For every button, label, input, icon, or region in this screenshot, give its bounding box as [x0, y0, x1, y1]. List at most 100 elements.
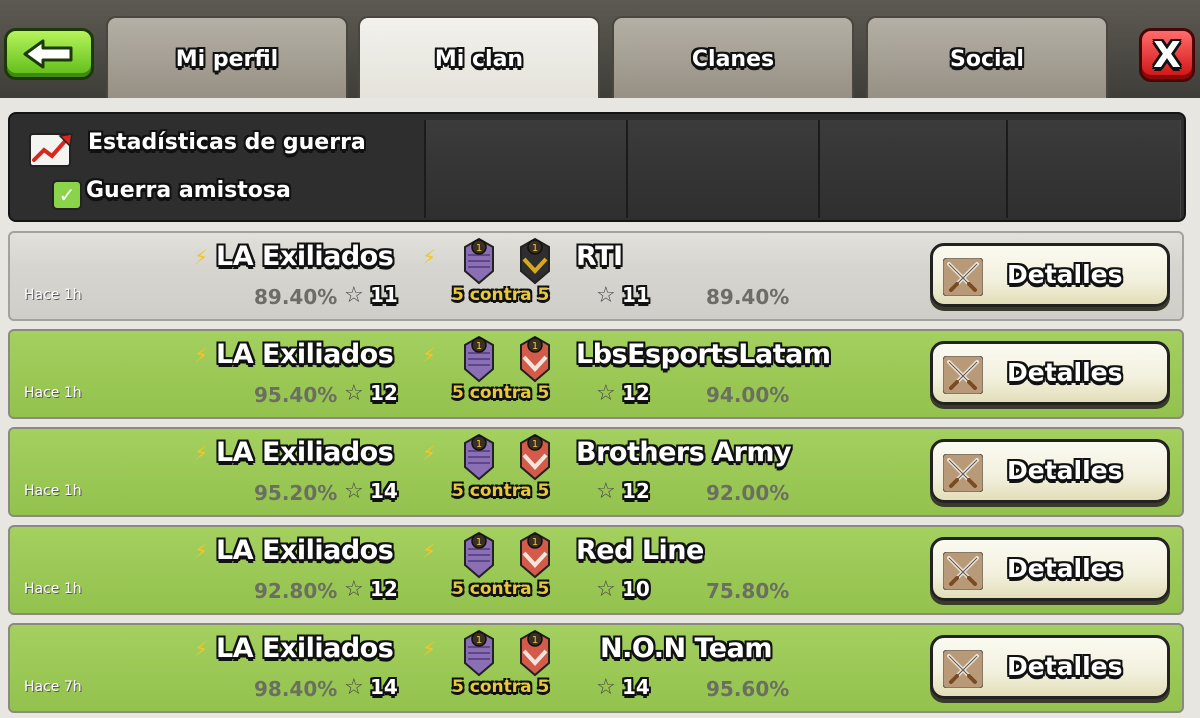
tab-social[interactable]: Social — [866, 16, 1108, 100]
svg-text:1: 1 — [476, 439, 482, 450]
svg-text:1: 1 — [476, 243, 482, 254]
svg-text:1: 1 — [476, 341, 482, 352]
clan-name: LA Exiliados — [216, 339, 394, 370]
svg-text:1: 1 — [532, 341, 538, 352]
close-icon: X — [1153, 34, 1181, 76]
opponent-stars: 10 — [622, 577, 650, 601]
opponent-name: Red Line — [576, 535, 704, 566]
details-label: Detalles — [1007, 554, 1123, 583]
clan-stars: 14 — [370, 675, 398, 699]
war-size: 5 contra 5 — [452, 285, 550, 305]
war-row: Hace 1h ⚡ LA Exiliados ⚡ 92.80% ☆ 12 1 1… — [8, 525, 1184, 615]
opponent-badge-icon: 1 — [520, 531, 550, 579]
opponent-destruction: 92.00% — [706, 481, 790, 505]
details-button[interactable]: Detalles — [930, 635, 1170, 699]
war-size: 5 contra 5 — [452, 579, 550, 599]
opponent-name: LbsEsportsLatam — [576, 339, 831, 370]
details-button[interactable]: Detalles — [930, 439, 1170, 503]
tab-label: Clanes — [691, 46, 775, 72]
star-icon: ☆ — [596, 283, 616, 308]
details-button[interactable]: Detalles — [930, 537, 1170, 601]
opponent-destruction: 95.60% — [706, 677, 790, 701]
star-icon: ☆ — [596, 675, 616, 700]
lightning-icon: ⚡ — [194, 343, 209, 367]
close-button[interactable]: X — [1139, 28, 1195, 82]
crossed-swords-icon — [943, 650, 983, 688]
war-row: Hace 1h ⚡ LA Exiliados ⚡ 95.40% ☆ 12 1 1… — [8, 329, 1184, 419]
clan-destruction: 89.40% — [254, 285, 338, 309]
star-icon: ☆ — [596, 479, 616, 504]
opponent-stars: 11 — [622, 283, 650, 307]
star-icon: ☆ — [596, 577, 616, 602]
star-icon: ☆ — [596, 381, 616, 406]
svg-text:1: 1 — [532, 537, 538, 548]
crossed-swords-icon — [943, 258, 983, 296]
tab-label: Social — [950, 46, 1024, 72]
opponent-destruction: 94.00% — [706, 383, 790, 407]
opponent-stars: 12 — [622, 479, 650, 503]
clan-destruction: 98.40% — [254, 677, 338, 701]
clan-badge-icon: 1 — [464, 335, 494, 383]
lightning-icon: ⚡ — [422, 245, 437, 269]
svg-text:1: 1 — [476, 537, 482, 548]
war-stats-header: Estadísticas de guerra ✓ Guerra amistosa — [8, 112, 1186, 222]
war-time: Hace 1h — [24, 385, 82, 401]
opponent-stars: 12 — [622, 381, 650, 405]
crossed-swords-icon — [943, 552, 983, 590]
clan-stars: 12 — [370, 577, 398, 601]
clan-name: LA Exiliados — [216, 633, 394, 664]
tab-clanes[interactable]: Clanes — [612, 16, 854, 100]
clan-badge-icon: 1 — [464, 237, 494, 285]
details-button[interactable]: Detalles — [930, 243, 1170, 307]
friendly-war-label: Guerra amistosa — [86, 178, 291, 203]
lightning-icon: ⚡ — [422, 441, 437, 465]
clan-name: LA Exiliados — [216, 241, 394, 272]
star-icon: ☆ — [344, 675, 364, 700]
clan-name: LA Exiliados — [216, 535, 394, 566]
check-icon: ✓ — [58, 183, 76, 207]
clan-badge-icon: 1 — [464, 433, 494, 481]
opponent-badge-icon: 1 — [520, 237, 550, 285]
lightning-icon: ⚡ — [194, 441, 209, 465]
details-button[interactable]: Detalles — [930, 341, 1170, 405]
tab-mi-clan[interactable]: Mi clan — [358, 16, 600, 100]
opponent-destruction: 75.80% — [706, 579, 790, 603]
svg-text:1: 1 — [532, 243, 538, 254]
clan-badge-icon: 1 — [464, 629, 494, 677]
header-cell — [626, 120, 819, 218]
svg-text:1: 1 — [476, 635, 482, 646]
details-label: Detalles — [1007, 358, 1123, 387]
tab-mi-perfil[interactable]: Mi perfil — [106, 16, 348, 100]
clan-destruction: 95.40% — [254, 383, 338, 407]
war-row: Hace 1h ⚡ LA Exiliados ⚡ 95.20% ☆ 14 1 1… — [8, 427, 1184, 517]
war-stats-title: Estadísticas de guerra — [88, 130, 366, 155]
opponent-name: N.O.N Team — [600, 633, 772, 664]
war-time: Hace 7h — [24, 679, 82, 695]
clan-stars: 11 — [370, 283, 398, 307]
opponent-badge-icon: 1 — [520, 433, 550, 481]
war-size: 5 contra 5 — [452, 383, 550, 403]
tab-label: Mi perfil — [175, 46, 279, 72]
chart-icon — [29, 133, 73, 167]
friendly-war-checkbox[interactable]: ✓ — [52, 180, 82, 210]
crossed-swords-icon — [943, 454, 983, 492]
lightning-icon: ⚡ — [194, 245, 209, 269]
clan-badge-icon: 1 — [464, 531, 494, 579]
lightning-icon: ⚡ — [422, 343, 437, 367]
opponent-stars: 14 — [622, 675, 650, 699]
details-label: Detalles — [1007, 652, 1123, 681]
header-cell — [1006, 120, 1181, 218]
star-icon: ☆ — [344, 381, 364, 406]
header-cell — [818, 120, 1007, 218]
details-label: Detalles — [1007, 260, 1123, 289]
clan-stars: 14 — [370, 479, 398, 503]
back-button[interactable] — [4, 28, 94, 80]
svg-text:1: 1 — [532, 439, 538, 450]
lightning-icon: ⚡ — [422, 637, 437, 661]
war-size: 5 contra 5 — [452, 677, 550, 697]
war-time: Hace 1h — [24, 581, 82, 597]
clan-destruction: 92.80% — [254, 579, 338, 603]
lightning-icon: ⚡ — [194, 539, 209, 563]
lightning-icon: ⚡ — [194, 637, 209, 661]
tab-label: Mi clan — [434, 46, 524, 72]
